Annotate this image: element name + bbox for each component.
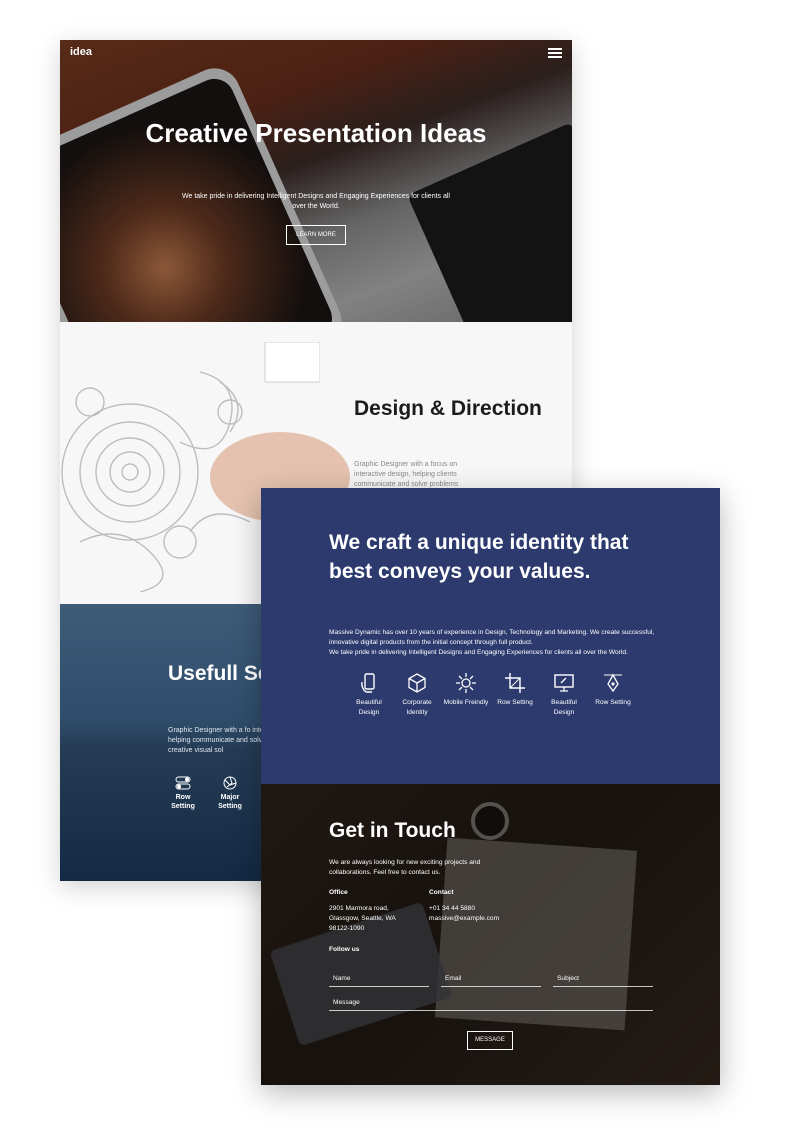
service-item: Beautiful Design xyxy=(540,672,588,718)
front-page-preview: We craft a unique identity that best con… xyxy=(261,488,720,1085)
feature-label: Major Setting xyxy=(218,794,242,810)
follow-us-label: Follow us xyxy=(329,946,360,953)
identity-section: We craft a unique identity that best con… xyxy=(261,488,720,784)
aperture-icon xyxy=(223,776,237,790)
crop-icon xyxy=(505,673,525,693)
subject-field[interactable]: Subject xyxy=(553,972,653,987)
identity-paragraph: Massive Dynamic has over 10 years of exp… xyxy=(329,629,655,646)
service-item: Row Setting xyxy=(589,672,637,708)
feature-major-setting: Major Setting xyxy=(210,776,250,811)
learn-more-button[interactable]: LEARN MORE xyxy=(286,225,346,245)
feature-row-setting: Row Setting xyxy=(163,776,203,811)
cube-icon xyxy=(408,673,426,693)
design-title: Design & Direction xyxy=(354,397,542,420)
office-label: Office xyxy=(329,889,348,896)
office-address-line: Glassgow, Seattle, WA xyxy=(329,915,396,922)
pen-tool-icon xyxy=(604,673,622,693)
design-text: Graphic Designer with a focus on interac… xyxy=(354,461,459,488)
contact-email[interactable]: massive@example.com xyxy=(429,914,499,924)
email-field[interactable]: Email xyxy=(441,972,541,987)
contact-section: Get in Touch We are always looking for n… xyxy=(261,784,720,1085)
monitor-icon xyxy=(554,674,574,692)
service-item: Mobile Freindly xyxy=(442,672,490,708)
toggle-icon xyxy=(175,776,191,790)
feature-label: Row Setting xyxy=(171,794,195,810)
send-message-button[interactable]: MESSAGE xyxy=(467,1031,513,1050)
site-logo[interactable]: idea xyxy=(70,46,92,58)
message-field[interactable]: Message xyxy=(329,996,653,1011)
contact-label: Contact xyxy=(429,889,454,896)
name-field[interactable]: Name xyxy=(329,972,429,987)
hero-title: Creative Presentation Ideas xyxy=(145,118,487,148)
identity-title: We craft a unique identity that best con… xyxy=(329,531,629,583)
phone-hand-icon xyxy=(361,673,375,693)
office-address-line: 2901 Marmora road, xyxy=(329,905,389,912)
service-item: Beautiful Design xyxy=(345,672,393,718)
service-item: Row Setting xyxy=(491,672,539,708)
sun-icon xyxy=(456,673,476,693)
services-list: Beautiful Design Corporate Identity Mobi… xyxy=(349,672,649,722)
hero-subtitle: We take pride in delivering Intelligent … xyxy=(182,193,450,210)
contact-phone[interactable]: +01 34 44 5880 xyxy=(429,904,475,914)
office-address-line: 98122-1090 xyxy=(329,925,365,932)
service-item: Corporate Identity xyxy=(393,672,441,718)
hero-section: idea Creative Presentation Ideas We take… xyxy=(60,40,572,322)
identity-paragraph: We take pride in delivering Intelligent … xyxy=(329,649,628,656)
contact-intro: We are always looking for new exciting p… xyxy=(329,859,481,876)
contact-title: Get in Touch xyxy=(329,819,456,842)
hamburger-menu-icon[interactable] xyxy=(548,46,562,60)
